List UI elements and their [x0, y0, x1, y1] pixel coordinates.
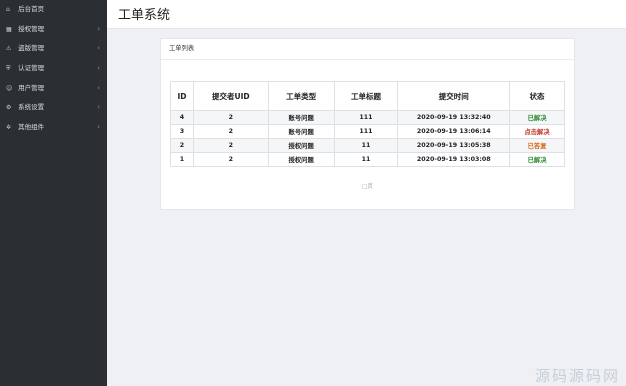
sidebar-item-license[interactable]: ▦ 授权管理 ‹ — [0, 20, 107, 40]
column-header-id: ID — [170, 81, 194, 111]
sidebar-item-settings[interactable]: ⚙ 系统设置 ‹ — [0, 98, 107, 118]
cell-uid: 2 — [192, 138, 269, 153]
user-icon: ☺ — [6, 84, 13, 92]
ticket-table: ID 提交者UID 工单类型 工单标题 提交时间 状态 4 2 账号问题 111… — [170, 81, 565, 167]
sidebar-item-auth[interactable]: ⛨ 认证管理 ‹ — [0, 59, 107, 79]
chevron-left-icon: ‹ — [97, 64, 100, 73]
sidebar-item-label: 系统设置 — [18, 103, 45, 112]
sidebar: ⌂ 后台首页 ▦ 授权管理 ‹ ⚠ 盗版管理 ‹ ⛨ 认证管理 ‹ ☺ 用户管理… — [0, 0, 107, 386]
column-header-uid: 提交者UID — [192, 81, 269, 111]
cell-type: 授权问题 — [267, 138, 335, 153]
sidebar-item-label: 授权管理 — [18, 24, 45, 33]
table-row: 1 2 授权问题 11 2020-09-19 13:03:08 已解决 — [170, 152, 565, 167]
table-header-row: ID 提交者UID 工单类型 工单标题 提交时间 状态 — [170, 81, 565, 111]
cell-time: 2020-09-19 13:32:40 — [397, 110, 511, 125]
sidebar-item-label: 认证管理 — [18, 64, 45, 73]
status-badge: 已解决 — [509, 152, 565, 167]
cell-type: 授权问题 — [267, 152, 335, 167]
cell-time: 2020-09-19 13:03:08 — [397, 152, 511, 167]
shield-icon: ⛨ — [6, 65, 11, 73]
cell-type: 账号问题 — [267, 110, 335, 125]
table-row: 3 2 账号问题 111 2020-09-19 13:06:14 点击解决 — [170, 124, 565, 139]
table-row: 2 2 授权问题 11 2020-09-19 13:05:38 已答复 — [170, 138, 565, 153]
cell-uid: 2 — [192, 152, 269, 167]
sidebar-item-other[interactable]: ✲ 其他组件 ‹ — [0, 118, 107, 138]
ticket-panel: 工单列表 ID 提交者UID 工单类型 工单标题 提交时间 状态 4 2 账号问… — [160, 38, 575, 210]
column-header-status: 状态 — [509, 81, 565, 111]
cell-title: 11 — [333, 152, 399, 167]
status-badge: 已解决 — [509, 110, 565, 125]
status-badge: 已答复 — [509, 138, 565, 153]
cell-title: 111 — [333, 110, 399, 125]
cell-time: 2020-09-19 13:05:38 — [397, 138, 511, 153]
sidebar-item-home[interactable]: ⌂ 后台首页 — [0, 0, 107, 20]
cell-title: 11 — [333, 138, 399, 153]
sidebar-item-users[interactable]: ☺ 用户管理 ‹ — [0, 79, 107, 99]
chevron-left-icon: ‹ — [97, 24, 100, 33]
cell-time: 2020-09-19 13:06:14 — [397, 124, 511, 139]
page-title: 工单系统 — [118, 8, 171, 23]
column-header-title: 工单标题 — [333, 81, 399, 111]
pagination[interactable]: □页 — [161, 182, 574, 190]
cell-id: 1 — [170, 152, 194, 167]
cell-id: 2 — [170, 138, 194, 153]
column-header-type: 工单类型 — [267, 81, 335, 111]
sidebar-item-label: 用户管理 — [18, 83, 45, 92]
cell-type: 账号问题 — [267, 124, 335, 139]
cell-uid: 2 — [192, 124, 269, 139]
sidebar-item-piracy[interactable]: ⚠ 盗版管理 ‹ — [0, 39, 107, 59]
settings-icon: ⚙ — [6, 104, 12, 112]
table-row: 4 2 账号问题 111 2020-09-19 13:32:40 已解决 — [170, 110, 565, 125]
resolve-link[interactable]: 点击解决 — [509, 124, 565, 139]
top-bar: 工单系统 — [107, 0, 626, 29]
cell-id: 3 — [170, 124, 194, 139]
sidebar-item-label: 其他组件 — [18, 123, 45, 132]
panel-title: 工单列表 — [161, 39, 574, 60]
cell-id: 4 — [170, 110, 194, 125]
cell-title: 111 — [333, 124, 399, 139]
grid-icon: ▦ — [6, 25, 12, 33]
chevron-left-icon: ‹ — [97, 44, 100, 53]
cell-uid: 2 — [192, 110, 269, 125]
main-content: 工单系统 工单列表 ID 提交者UID 工单类型 工单标题 提交时间 状态 4 … — [107, 0, 626, 386]
sidebar-item-label: 后台首页 — [18, 5, 45, 13]
home-icon: ⌂ — [6, 6, 10, 13]
column-header-time: 提交时间 — [397, 81, 511, 111]
chevron-left-icon: ‹ — [97, 83, 100, 92]
sidebar-item-label: 盗版管理 — [18, 44, 45, 53]
chevron-left-icon: ‹ — [97, 103, 100, 112]
warning-icon: ⚠ — [6, 45, 12, 53]
watermark: 源码源码网 — [534, 367, 620, 385]
gear-icon: ✲ — [6, 124, 12, 132]
chevron-left-icon: ‹ — [97, 123, 100, 132]
